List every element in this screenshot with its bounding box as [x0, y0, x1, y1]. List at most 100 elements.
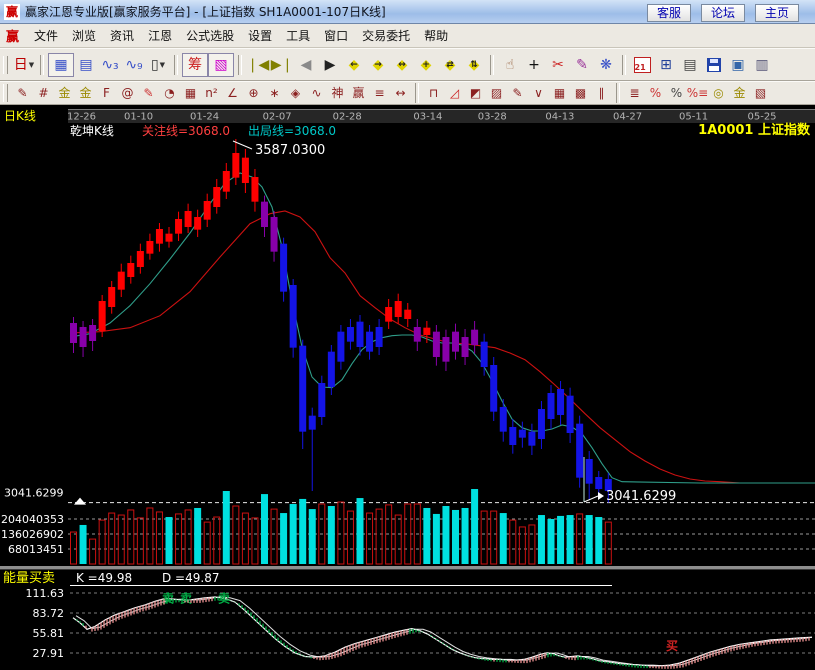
- menu-item-menu-trade-entrust[interactable]: 交易委托: [355, 24, 417, 47]
- menu-item-menu-news[interactable]: 资讯: [103, 24, 141, 47]
- candle-body: [395, 301, 402, 317]
- pan-hand-icon[interactable]: ☝: [498, 54, 522, 76]
- hatch-grid-icon[interactable]: ▦: [180, 84, 201, 103]
- minute-3-chart-icon[interactable]: ∿₃: [98, 54, 122, 76]
- percent-retrace-icon[interactable]: %: [645, 84, 666, 103]
- shen-grid-icon[interactable]: 神: [327, 84, 348, 103]
- candle-body: [204, 201, 211, 220]
- calendar-icon[interactable]: 21: [630, 54, 654, 76]
- child-window-menu-icon[interactable]: 赢: [6, 26, 19, 45]
- candle-style-dropdown-icon[interactable]: ▯▼: [146, 54, 170, 76]
- f10-info-icon[interactable]: ▤: [74, 54, 98, 76]
- kline-period-dropdown-icon[interactable]: 日▼: [12, 54, 36, 76]
- expand-h-diamond-icon[interactable]: ◆⇄: [438, 54, 462, 76]
- menu-item-menu-browse[interactable]: 浏览: [65, 24, 103, 47]
- chart-canvas[interactable]: 12-2601-1001-2402-0702-2803-1403-2804-13…: [0, 105, 815, 670]
- prev-page-icon[interactable]: ◀: [294, 54, 318, 76]
- shift-left-diamond-icon[interactable]: ◆←: [342, 54, 366, 76]
- rect-tool-icon[interactable]: ⊓: [423, 84, 444, 103]
- spider-web-icon[interactable]: ◈: [285, 84, 306, 103]
- candle-body: [175, 219, 182, 234]
- last-page-icon[interactable]: ▶❘: [270, 54, 294, 76]
- clipped-edge-icon[interactable]: ▧: [750, 84, 771, 103]
- memo-notes-icon[interactable]: ▤: [678, 54, 702, 76]
- candle-body: [99, 301, 106, 331]
- menu-item-menu-tools[interactable]: 工具: [279, 24, 317, 47]
- minute-9-chart-icon[interactable]: ∿₉: [122, 54, 146, 76]
- parallel-lines-icon[interactable]: ∥: [591, 84, 612, 103]
- dynamic-board-icon[interactable]: ▦: [48, 53, 74, 77]
- first-page-icon[interactable]: ❘◀: [246, 54, 270, 76]
- golden-levels-icon[interactable]: 金: [729, 84, 750, 103]
- gann-draw-icon[interactable]: ❋: [594, 54, 618, 76]
- percent-icon[interactable]: %: [666, 84, 687, 103]
- main-toolbar: 日▼▦▤∿₃∿₉▯▼筹▧❘◀▶❘◀▶◆←◆→◆↔◆+◆⇄◆⇅☝+✂✎❋21⊞▤▣…: [0, 48, 815, 81]
- calculator-icon[interactable]: ⊞: [654, 54, 678, 76]
- chip-distribution-icon[interactable]: 筹: [182, 53, 208, 77]
- color-kline-icon[interactable]: ▧: [208, 53, 234, 77]
- volume-bar: [462, 508, 469, 564]
- angle-tool-icon[interactable]: ∠: [222, 84, 243, 103]
- zoom-all-diamond-icon[interactable]: ◆+: [414, 54, 438, 76]
- fan-lines-icon[interactable]: ◿: [444, 84, 465, 103]
- shift-right-diamond-icon[interactable]: ◆→: [366, 54, 390, 76]
- golden-grid-1-icon[interactable]: 金: [54, 84, 75, 103]
- menu-item-menu-settings[interactable]: 设置: [241, 24, 279, 47]
- erase-drawing-icon[interactable]: ✂: [546, 54, 570, 76]
- volume-bar: [309, 509, 316, 564]
- period-label: 日K线: [4, 109, 36, 123]
- home-button[interactable]: 主页: [755, 4, 799, 22]
- volume-bar: [452, 510, 459, 564]
- menu-item-menu-help[interactable]: 帮助: [417, 24, 455, 47]
- wave-tool-icon[interactable]: ∿: [306, 84, 327, 103]
- candle-body: [118, 272, 125, 290]
- toolbar-separator: [415, 83, 419, 103]
- menu-item-menu-formula-stockpick[interactable]: 公式选股: [179, 24, 241, 47]
- n-square-icon[interactable]: n²: [201, 84, 222, 103]
- pane-separator[interactable]: [0, 566, 815, 569]
- ladder-scale-icon[interactable]: ≣: [624, 84, 645, 103]
- box-fan-icon[interactable]: ◩: [465, 84, 486, 103]
- forum-button[interactable]: 论坛: [701, 4, 745, 22]
- pencil-line-icon[interactable]: ✎: [507, 84, 528, 103]
- range-arrows-icon[interactable]: ↔: [390, 84, 411, 103]
- expand-v-diamond-icon[interactable]: ◆⇅: [462, 54, 486, 76]
- menu-item-menu-gann[interactable]: 江恩: [141, 24, 179, 47]
- candle-body: [213, 187, 220, 207]
- fibonacci-grid-icon[interactable]: F: [96, 84, 117, 103]
- market-quote-computer-icon[interactable]: ▥: [750, 54, 774, 76]
- chart-panel: 12-2601-1001-2402-0702-2803-1403-2804-13…: [0, 105, 815, 670]
- win-grid-icon[interactable]: 赢: [348, 84, 369, 103]
- zoom-horizontal-diamond-icon[interactable]: ◆↔: [390, 54, 414, 76]
- next-page-icon[interactable]: ▶: [318, 54, 342, 76]
- spiral-icon[interactable]: @: [117, 84, 138, 103]
- gann-wheel-icon[interactable]: ⊕: [243, 84, 264, 103]
- multi-window-icon[interactable]: ▣: [726, 54, 750, 76]
- service-button[interactable]: 客服: [647, 4, 691, 22]
- time-cycle-icon[interactable]: ◔: [159, 84, 180, 103]
- menu-item-menu-file[interactable]: 文件: [27, 24, 65, 47]
- candle-body: [280, 244, 287, 292]
- dense-grid-icon[interactable]: ▦: [549, 84, 570, 103]
- crosshair-icon[interactable]: +: [522, 54, 546, 76]
- price-scale-icon[interactable]: ≡: [369, 84, 390, 103]
- percent-levels-icon[interactable]: %≡: [687, 84, 708, 103]
- zigzag-icon[interactable]: ∨: [528, 84, 549, 103]
- grid-ruler-icon[interactable]: #: [33, 84, 54, 103]
- toolbar-grip[interactable]: [3, 84, 8, 102]
- star-lines-icon[interactable]: ∗: [264, 84, 285, 103]
- marker-pen-icon[interactable]: ✎: [138, 84, 159, 103]
- golden-circle-icon[interactable]: ◎: [708, 84, 729, 103]
- menu-item-menu-window[interactable]: 窗口: [317, 24, 355, 47]
- toolbar-grip[interactable]: [3, 56, 8, 74]
- golden-grid-2-icon[interactable]: 金: [75, 84, 96, 103]
- oscillator-name-label[interactable]: 能量买卖: [3, 571, 55, 586]
- box-hatch-icon[interactable]: ▨: [486, 84, 507, 103]
- save-icon[interactable]: [702, 54, 726, 76]
- draw-shape-icon[interactable]: ✎: [570, 54, 594, 76]
- grid-square-icon[interactable]: ▩: [570, 84, 591, 103]
- oscillator-axis-label: 83.72: [33, 607, 65, 620]
- brush-icon[interactable]: ✎: [12, 84, 33, 103]
- candle-body: [261, 202, 268, 227]
- candle-body: [576, 424, 583, 478]
